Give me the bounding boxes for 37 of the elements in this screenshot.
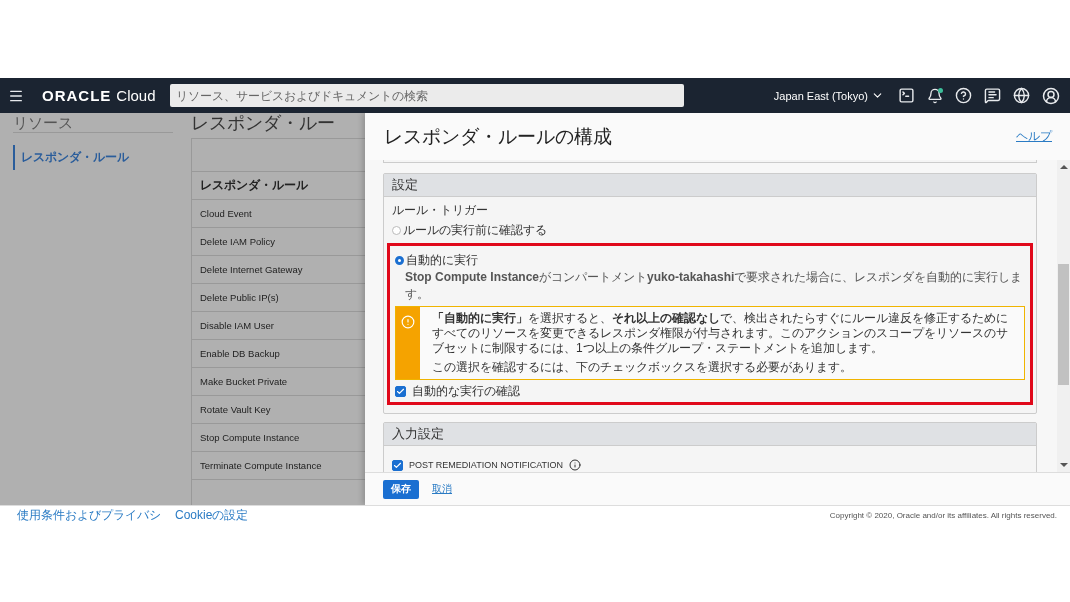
- card-title: 設定: [384, 174, 1036, 197]
- sidebar-item[interactable]: レスポンダ・ルール: [13, 145, 173, 170]
- info-icon[interactable]: [569, 459, 581, 471]
- footer-link[interactable]: Cookieの設定: [175, 507, 249, 524]
- logo-suffix: Cloud: [116, 87, 156, 104]
- radio-label: ルールの実行前に確認する: [403, 222, 547, 239]
- region-selector[interactable]: Japan East (Tokyo): [773, 89, 884, 102]
- logo-wordmark: ORACLE: [42, 87, 112, 104]
- warning-icon: [401, 315, 415, 329]
- card-title: 入力設定: [384, 423, 1036, 446]
- bell-icon[interactable]: [927, 87, 943, 104]
- cancel-link[interactable]: 取消: [432, 482, 452, 496]
- chat-icon[interactable]: [984, 87, 1001, 104]
- search-field[interactable]: リソース、サービスおよびドキュメントの検索: [169, 84, 684, 107]
- warning-text: 「自動的に実行」を選択すると、それ以上の確認なしで、検出されたらすぐにルール違反を修正するためにすべてのリソースを変更できるレスポンダ権限が付与されます。このアクションのスコープをリソースのサブセットに制限するには、1つ以上の条件グループ・ステートメントを追加します。: [432, 311, 1009, 356]
- sidebar-heading: リソース: [13, 113, 173, 133]
- save-button[interactable]: 保存: [383, 479, 419, 499]
- footer-link[interactable]: 使用条件およびプライバシ: [17, 507, 161, 524]
- warning-text: この選択を確認するには、下のチェックボックスを選択する必要があります。: [432, 360, 853, 375]
- option-description: Stop Compute Instanceがコンパートメントyuko-takahashiで要求された場合に、レスポンダを自動的に実行します。: [405, 269, 1024, 303]
- radio-button[interactable]: [395, 256, 404, 265]
- checkbox[interactable]: [392, 459, 403, 471]
- checkbox[interactable]: [395, 386, 406, 397]
- help-link[interactable]: ヘルプ: [1016, 128, 1052, 145]
- radio-button[interactable]: [392, 226, 401, 235]
- field-label: ルール・トリガー: [392, 202, 489, 219]
- user-avatar-icon[interactable]: [1042, 86, 1060, 105]
- radio-label: 自動的に実行: [406, 252, 478, 269]
- copyright-text: Copyright © 2020, Oracle and/or its affiliates. All rights reserved.: [829, 511, 1057, 520]
- page-title: レスポンダ・ルー: [191, 113, 336, 133]
- scrollbar[interactable]: [1057, 160, 1070, 472]
- panel-title: レスポンダ・ルールの構成: [384, 124, 612, 149]
- globe-icon[interactable]: [1013, 87, 1030, 104]
- checkbox-label: 自動的な実行の確認: [412, 383, 520, 400]
- help-icon[interactable]: [955, 87, 972, 104]
- checkbox-label: POST REMEDIATION NOTIFICATION: [409, 460, 563, 470]
- terminal-icon[interactable]: [898, 87, 915, 104]
